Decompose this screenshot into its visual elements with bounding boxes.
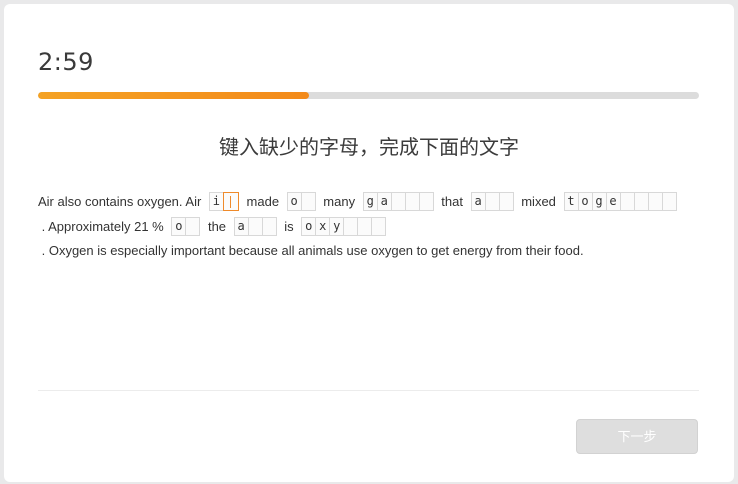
gap-of-2: o <box>171 216 201 236</box>
fill-in-passage: Air also contains oxygen. Air i made o m… <box>38 190 700 264</box>
letter-input[interactable] <box>633 192 649 212</box>
passage-text: . Approximately 21 % <box>38 218 168 234</box>
passage-text: made <box>242 194 283 209</box>
letter-input[interactable] <box>484 192 500 212</box>
letter-input[interactable] <box>222 192 239 212</box>
letter-input[interactable] <box>619 192 635 212</box>
given-letter: e <box>605 192 621 212</box>
exercise-card: 2:59 键入缺少的字母，完成下面的文字 Air also contains o… <box>4 4 734 482</box>
passage-text: Air also contains oxygen. Air <box>38 194 205 209</box>
gap-gases: ga <box>362 192 434 212</box>
letter-input[interactable] <box>390 192 406 212</box>
passage-text: many <box>319 194 359 209</box>
gap-air: a <box>233 216 277 236</box>
gap-are: a <box>470 192 514 212</box>
letter-input[interactable] <box>661 192 677 212</box>
gap-is: i <box>208 192 239 212</box>
countdown-timer: 2:59 <box>38 48 94 76</box>
given-letter: x <box>315 216 331 236</box>
passage-text: mixed <box>517 194 560 209</box>
letter-input[interactable] <box>357 216 373 236</box>
letter-input[interactable] <box>404 192 420 212</box>
letter-input[interactable] <box>498 192 514 212</box>
given-letter: y <box>329 216 345 236</box>
given-letter: a <box>470 192 486 212</box>
given-letter: a <box>376 192 392 212</box>
gap-oxygen: oxy <box>301 216 387 236</box>
given-letter: a <box>233 216 249 236</box>
given-letter: i <box>208 192 224 212</box>
gap-together: toge <box>563 192 677 212</box>
passage-text: is <box>280 218 298 234</box>
instruction-heading: 键入缺少的字母，完成下面的文字 <box>219 135 519 159</box>
passage-text: . Oxygen is especially important because… <box>38 243 584 258</box>
next-button[interactable]: 下一步 <box>576 419 698 454</box>
letter-input[interactable] <box>418 192 434 212</box>
given-letter: o <box>577 192 593 212</box>
letter-input[interactable] <box>185 216 201 236</box>
passage-text: that <box>437 194 467 209</box>
progress-bar <box>38 92 699 99</box>
given-letter: o <box>171 216 187 236</box>
given-letter: o <box>301 216 317 236</box>
given-letter: o <box>286 192 302 212</box>
gap-of: o <box>286 192 316 212</box>
given-letter: t <box>563 192 579 212</box>
text-cursor <box>230 195 232 208</box>
progress-fill <box>38 92 309 99</box>
letter-input[interactable] <box>261 216 277 236</box>
given-letter: g <box>591 192 607 212</box>
letter-input[interactable] <box>300 192 316 212</box>
passage-text: the <box>204 218 230 234</box>
letter-input[interactable] <box>371 216 387 236</box>
letter-input[interactable] <box>343 216 359 236</box>
given-letter: g <box>362 192 378 212</box>
letter-input[interactable] <box>247 216 263 236</box>
divider <box>38 390 699 391</box>
letter-input[interactable] <box>647 192 663 212</box>
